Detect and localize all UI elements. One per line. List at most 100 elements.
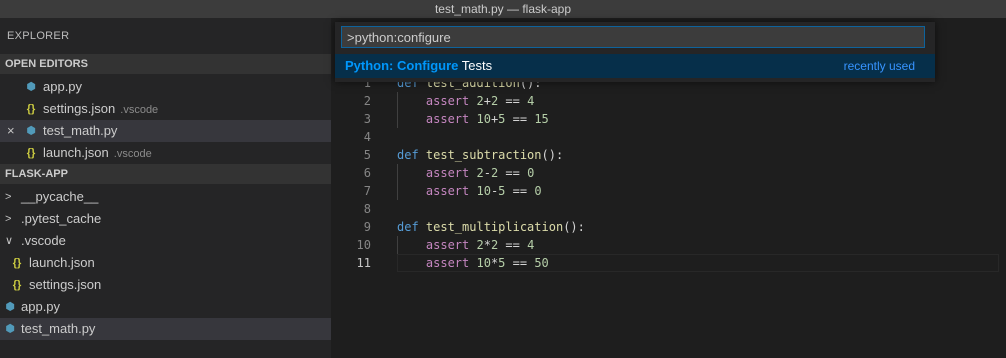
line-number: 8: [363, 202, 371, 216]
code-token: ==: [498, 238, 528, 252]
line-number: 2: [363, 94, 371, 108]
tree-item-label: __pycache__: [21, 189, 99, 204]
tree-file-app-py[interactable]: ⬢ app.py: [0, 296, 331, 318]
code-line[interactable]: 9 def test_multiplication():: [331, 218, 1006, 236]
code-token: ==: [498, 166, 528, 180]
code-token: 0: [527, 166, 535, 180]
code-token: ():: [541, 148, 564, 162]
tree-item-label: .vscode: [21, 233, 66, 248]
code-text: def test_subtraction():: [397, 146, 563, 164]
close-icon[interactable]: ×: [7, 120, 15, 142]
open-editor-label: test_math.py: [43, 123, 118, 138]
python-file-icon: ⬢: [5, 323, 15, 335]
code-token: +: [483, 94, 491, 108]
json-file-icon: {}: [12, 279, 22, 291]
line-number: 10: [356, 238, 371, 252]
code-line[interactable]: 5 def test_subtraction():: [331, 146, 1006, 164]
open-editor-item-app-py[interactable]: ⬢ app.py: [0, 76, 331, 98]
code-token: 0: [534, 184, 542, 198]
tree-item-label: test_math.py: [21, 321, 96, 336]
code-line[interactable]: 7 assert 10-5 == 0: [331, 182, 1006, 200]
code-line[interactable]: 3 assert 10+5 == 15: [331, 110, 1006, 128]
json-file-icon: {}: [26, 103, 36, 115]
code-line[interactable]: 10 assert 2*2 == 4: [331, 236, 1006, 254]
code-token: 10: [476, 184, 491, 198]
open-editor-label: settings.json: [43, 101, 116, 116]
tree-item-label: .pytest_cache: [21, 211, 102, 226]
code-text: assert 10*5 == 50: [397, 254, 549, 272]
command-palette-input[interactable]: [341, 26, 925, 48]
code-token: test_multiplication: [425, 220, 564, 234]
open-editors-header[interactable]: OPEN EDITORS: [0, 54, 331, 74]
tree-file-settings-json[interactable]: {} settings.json: [0, 274, 331, 296]
open-editor-item-launch-json[interactable]: {} launch.json .vscode: [0, 142, 331, 164]
line-number: 6: [363, 166, 371, 180]
tree-folder-pytest-cache[interactable]: > .pytest_cache: [0, 208, 331, 230]
code-token: ==: [505, 184, 535, 198]
code-token: ==: [505, 256, 535, 270]
code-token: assert: [425, 184, 477, 198]
tree-file-launch-json[interactable]: {} launch.json: [0, 252, 331, 274]
code-line[interactable]: 8: [331, 200, 1006, 218]
command-match-text: Python: Configure: [345, 58, 459, 73]
command-palette-result[interactable]: Python: Configure Tests recently used: [335, 54, 935, 78]
code-line[interactable]: 11 assert 10*5 == 50: [331, 254, 1006, 272]
explorer-title: EXPLORER: [7, 30, 70, 42]
code-token: ():: [563, 220, 585, 234]
code-token: 15: [534, 112, 549, 126]
code-token: ==: [505, 112, 535, 126]
recently-used-tag: recently used: [843, 59, 915, 73]
chevron-down-icon: ∨: [5, 235, 14, 247]
code-token: 50: [534, 256, 549, 270]
open-editor-item-settings-json[interactable]: {} settings.json .vscode: [0, 98, 331, 120]
code-text: assert 2-2 == 0: [397, 164, 534, 182]
code-token: 2: [476, 238, 484, 252]
open-editor-label: app.py: [43, 79, 83, 94]
project-folder-header[interactable]: FLASK-APP: [0, 164, 331, 184]
command-rest-text: Tests: [458, 58, 493, 73]
code-token: 2: [476, 166, 484, 180]
line-number: 9: [363, 220, 371, 234]
tree-item-label: launch.json: [29, 255, 95, 270]
open-editor-folder-hint: .vscode: [113, 148, 152, 160]
code-token: ==: [498, 94, 528, 108]
code-token: assert: [425, 256, 477, 270]
code-token: assert: [425, 238, 477, 252]
open-editor-item-test-math-py[interactable]: × ⬢ test_math.py: [0, 120, 331, 142]
line-number: 7: [363, 184, 371, 198]
line-number: 5: [363, 148, 371, 162]
tree-folder-pycache[interactable]: > __pycache__: [0, 186, 331, 208]
code-token: 4: [527, 94, 535, 108]
code-token: 10: [476, 256, 491, 270]
tree-item-label: app.py: [21, 299, 61, 314]
json-file-icon: {}: [26, 147, 36, 159]
python-file-icon: ⬢: [5, 301, 15, 313]
tree-item-label: settings.json: [29, 277, 102, 292]
code-line[interactable]: 6 assert 2-2 == 0: [331, 164, 1006, 182]
window-title: test_math.py — flask-app: [0, 0, 1006, 18]
code-text: assert 10+5 == 15: [397, 110, 549, 128]
code-token: test_subtraction: [425, 148, 542, 162]
chevron-right-icon: >: [5, 213, 12, 225]
code-text: def test_multiplication():: [397, 218, 585, 236]
code-text: assert 2+2 == 4: [397, 92, 534, 110]
tree-folder-vscode[interactable]: ∨ .vscode: [0, 230, 331, 252]
line-number: 11: [356, 256, 371, 270]
line-number: 3: [363, 112, 371, 126]
code-line[interactable]: 2 assert 2+2 == 4: [331, 92, 1006, 110]
code-token: assert: [425, 112, 477, 126]
code-token: 10: [476, 112, 491, 126]
line-number: 4: [363, 130, 371, 144]
code-token: *: [483, 238, 491, 252]
code-token: assert: [425, 166, 477, 180]
code-token: def: [397, 148, 426, 162]
tree-file-test-math-py[interactable]: ⬢ test_math.py: [0, 318, 331, 340]
code-text: assert 2*2 == 4: [397, 236, 534, 254]
python-file-icon: ⬢: [26, 81, 36, 93]
code-line[interactable]: 4: [331, 128, 1006, 146]
command-palette: Python: Configure Tests recently used: [335, 22, 935, 82]
